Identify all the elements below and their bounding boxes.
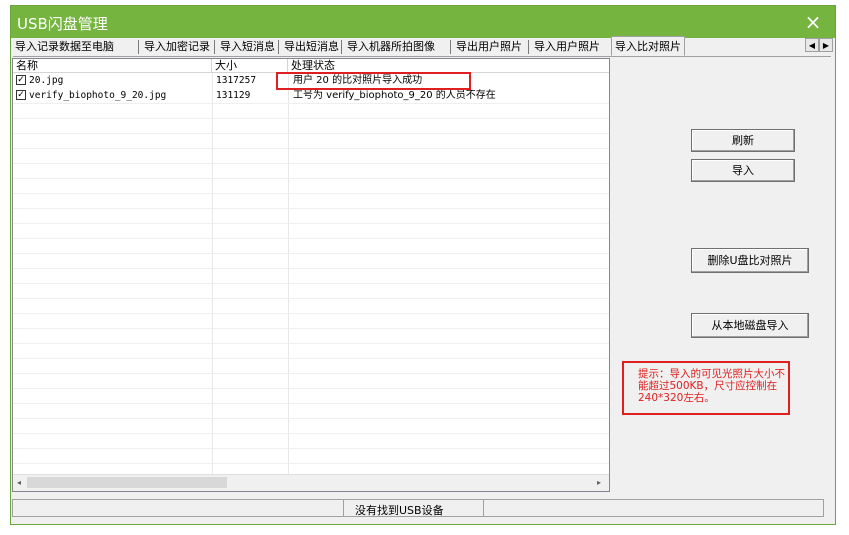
list-header: 名称 大小 处理状态: [13, 59, 609, 73]
tab-scroll-right-icon[interactable]: ▶: [819, 38, 833, 52]
row-checkbox[interactable]: ✓: [16, 90, 26, 100]
tab-separator: [341, 40, 342, 54]
grid-line: [13, 148, 609, 149]
grid-line: [13, 343, 609, 344]
refresh-button[interactable]: 刷新: [691, 129, 795, 152]
hint-box: 提示：导入的可见光照片大小不能超过500KB，尺寸应控制在240*320左右。: [622, 361, 790, 415]
scrollbar-thumb[interactable]: [27, 477, 227, 488]
tab-separator: [278, 40, 279, 54]
column-header-status[interactable]: 处理状态: [288, 59, 608, 72]
grid-line: [13, 268, 609, 269]
tab-separator: [450, 40, 451, 54]
row-file-name: 20.jpg: [29, 75, 64, 86]
grid-line: [13, 403, 609, 404]
tab-import-messages[interactable]: 导入短消息: [220, 39, 275, 55]
success-highlight-box: [276, 72, 471, 90]
grid-line: [13, 238, 609, 239]
grid-line: [13, 328, 609, 329]
grid-line: [13, 223, 609, 224]
grid-line: [13, 388, 609, 389]
delete-usb-photos-button[interactable]: 删除U盘比对照片: [691, 248, 809, 273]
tab-import-user-photos[interactable]: 导入用户照片: [534, 39, 600, 55]
grid-line: [13, 298, 609, 299]
file-list[interactable]: 名称 大小 处理状态 ✓ 20.jpg 1317257 用户 20 的比对照片导…: [12, 58, 610, 492]
column-header-size[interactable]: 大小: [212, 59, 288, 72]
grid-line: [13, 133, 609, 134]
grid-line: [13, 448, 609, 449]
grid-line: [13, 178, 609, 179]
tab-export-messages[interactable]: 导出短消息: [284, 39, 339, 55]
import-from-local-disk-button[interactable]: 从本地磁盘导入: [691, 313, 809, 338]
grid-line: [13, 418, 609, 419]
tab-import-encrypted-records[interactable]: 导入加密记录: [144, 39, 210, 55]
grid-line: [13, 118, 609, 119]
scroll-left-icon[interactable]: ◂: [17, 478, 21, 487]
tab-scroll-left-icon[interactable]: ◀: [805, 38, 819, 52]
status-bar: 没有找到USB设备: [12, 499, 824, 517]
grid-line: [13, 283, 609, 284]
status-text: 没有找到USB设备: [355, 504, 444, 517]
window-title: USB闪盘管理: [17, 15, 108, 33]
close-icon[interactable]: ×: [801, 10, 825, 34]
tab-import-comparison-photos[interactable]: 导入比对照片: [611, 36, 685, 56]
status-separator: [343, 500, 344, 516]
grid-line: [13, 193, 609, 194]
tab-bar: 导入记录数据至电脑 导入加密记录 导入短消息 导出短消息 导入机器所拍图像 导出…: [13, 36, 833, 57]
grid-line: [13, 433, 609, 434]
scroll-right-icon[interactable]: ▸: [597, 478, 601, 487]
status-separator: [483, 500, 484, 516]
column-header-name[interactable]: 名称: [13, 59, 212, 72]
title-bar[interactable]: USB闪盘管理 ×: [11, 6, 835, 38]
tab-separator: [214, 40, 215, 54]
row-status: 工号为 verify_biophoto_9_20 的人员不存在: [293, 90, 496, 101]
hint-text: 提示：导入的可见光照片大小不能超过500KB，尺寸应控制在240*320左右。: [638, 368, 785, 404]
tab-separator: [528, 40, 529, 54]
grid-line: [13, 253, 609, 254]
row-file-size: 1317257: [216, 75, 257, 86]
table-row[interactable]: ✓ verify_biophoto_9_20.jpg 131129 工号为 ve…: [13, 88, 609, 103]
grid-line: [13, 163, 609, 164]
grid-line: [13, 208, 609, 209]
tab-export-user-photos[interactable]: 导出用户照片: [456, 39, 522, 55]
row-checkbox[interactable]: ✓: [16, 75, 26, 85]
tab-separator: [138, 40, 139, 54]
horizontal-scrollbar[interactable]: ◂ ▸: [13, 474, 609, 491]
grid-line: [13, 373, 609, 374]
tab-import-records[interactable]: 导入记录数据至电脑: [15, 39, 114, 55]
import-button[interactable]: 导入: [691, 159, 795, 182]
row-file-size: 131129: [216, 90, 251, 101]
grid-line: [13, 313, 609, 314]
grid-line: [13, 463, 609, 464]
grid-line: [13, 103, 609, 104]
tab-import-machine-images[interactable]: 导入机器所拍图像: [347, 39, 435, 55]
grid-line: [13, 358, 609, 359]
row-file-name: verify_biophoto_9_20.jpg: [29, 90, 167, 101]
